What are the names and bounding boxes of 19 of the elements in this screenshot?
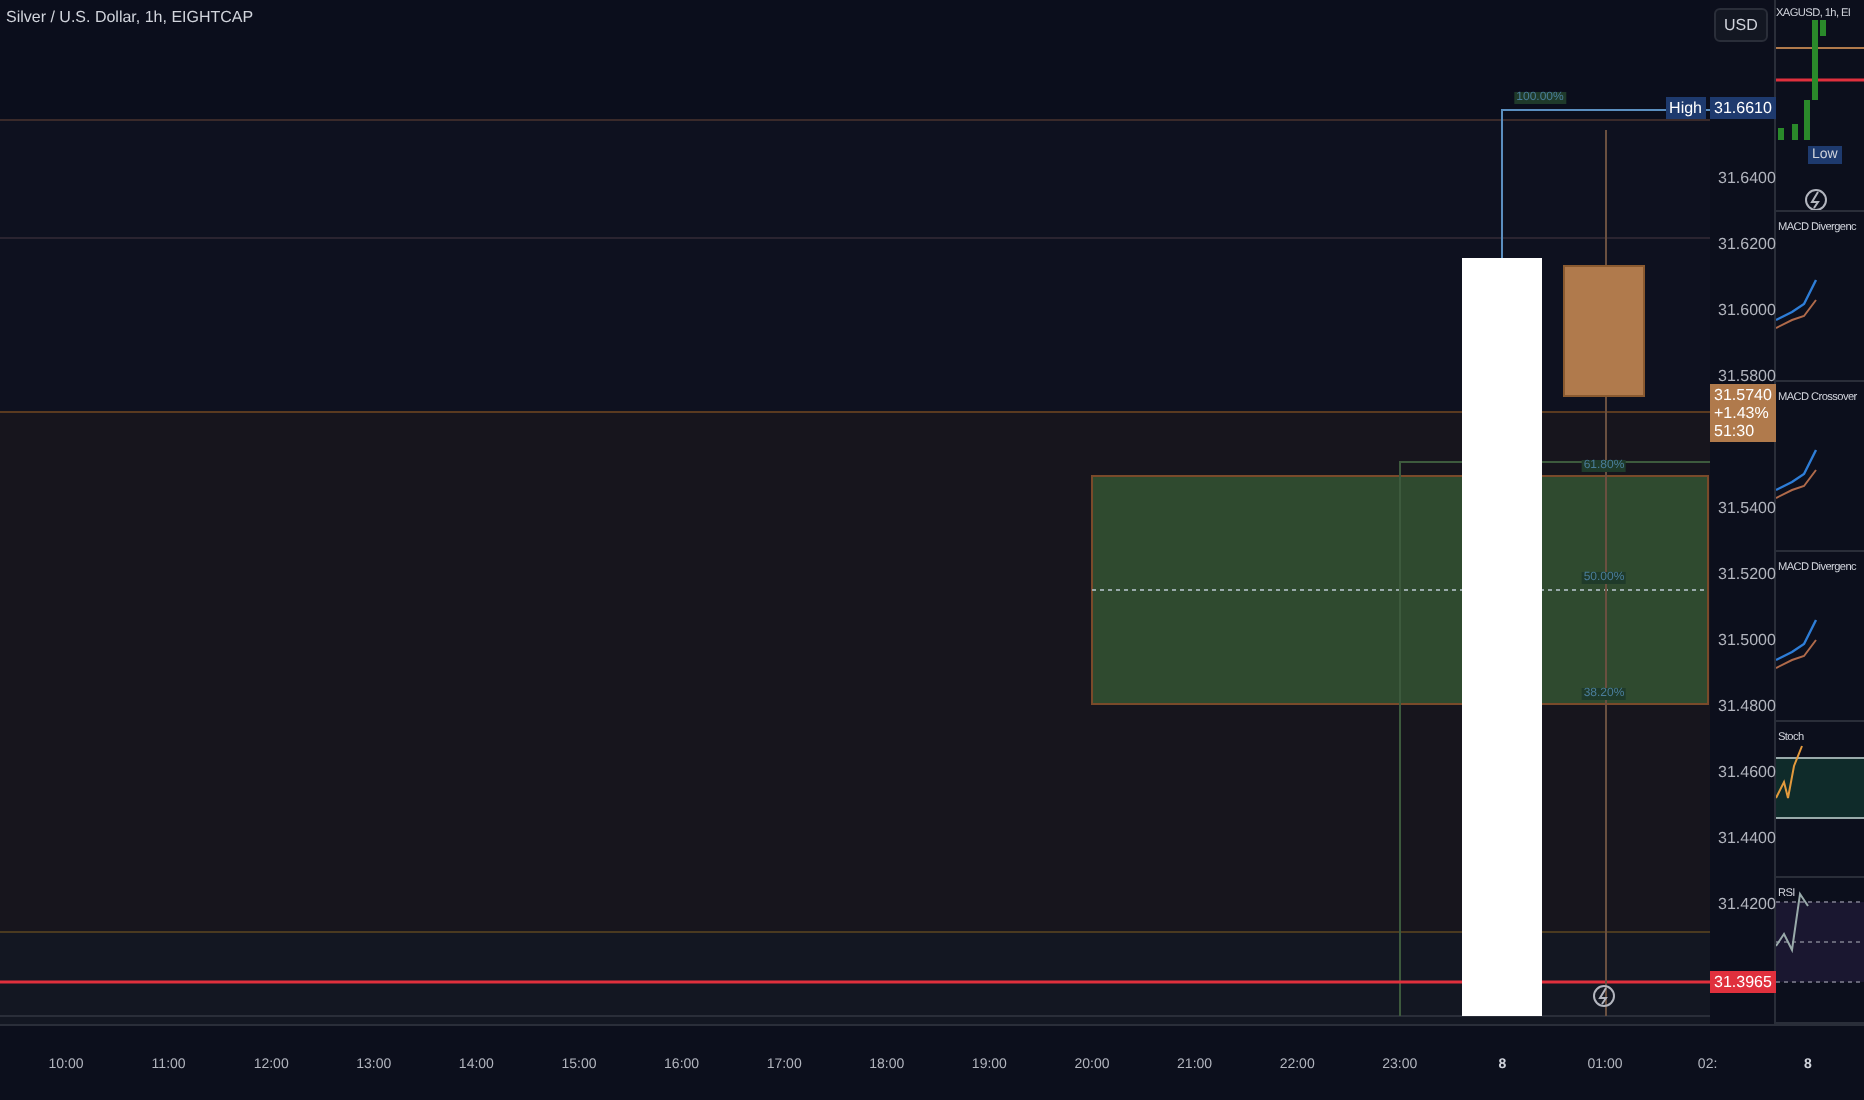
lightning-icon <box>1804 188 1828 210</box>
chart-title: Silver / U.S. Dollar, 1h, EIGHTCAP <box>6 8 254 26</box>
high-label: High <box>1665 97 1706 120</box>
price-label: 31.5800 <box>1718 367 1776 385</box>
price-label: 31.6000 <box>1718 301 1776 319</box>
price-label: 31.5400 <box>1718 499 1776 517</box>
price-label: 31.4400 <box>1718 829 1776 847</box>
price-tag: 31.6610 <box>1710 97 1776 120</box>
price-label: 31.5200 <box>1718 565 1776 583</box>
price-label: 31.4200 <box>1718 895 1776 913</box>
price-label: 31.4800 <box>1718 697 1776 715</box>
price-label: 31.4600 <box>1718 763 1776 781</box>
lightning-icon <box>1593 985 1615 1007</box>
price-label: 31.6200 <box>1718 235 1776 253</box>
price-label: 31.5000 <box>1718 631 1776 649</box>
alert-price-tag: 31.3965 <box>1710 970 1776 993</box>
currency-button[interactable]: USD <box>1714 8 1768 42</box>
price-label: 31.6400 <box>1718 169 1776 187</box>
last-price-tag: 31.5740 +1.43% 51:30 <box>1710 383 1776 442</box>
